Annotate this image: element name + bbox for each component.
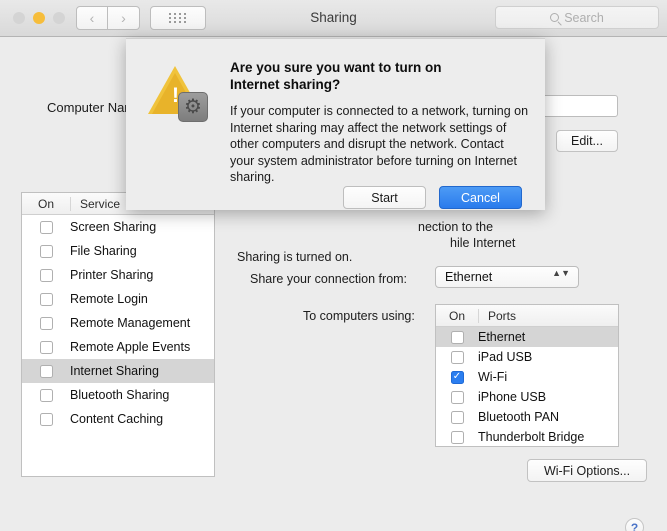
- service-checkbox[interactable]: [39, 340, 53, 354]
- port-checkbox-cell: [436, 370, 478, 384]
- ports-list-header: On Ports: [436, 305, 618, 327]
- service-checkbox[interactable]: [39, 244, 53, 258]
- description-line-1: nection to the: [418, 220, 494, 234]
- window-titlebar: ‹ › Sharing Search: [0, 0, 667, 37]
- service-checkbox[interactable]: [39, 316, 53, 330]
- port-checkbox[interactable]: [450, 350, 464, 364]
- search-placeholder: Search: [564, 10, 604, 25]
- service-checkbox-cell: [22, 244, 70, 258]
- service-label: Internet Sharing: [70, 364, 159, 378]
- help-button[interactable]: ?: [625, 518, 644, 531]
- service-row[interactable]: Remote Apple Events: [22, 335, 214, 359]
- port-row[interactable]: Bluetooth PAN: [436, 407, 618, 427]
- port-checkbox[interactable]: [450, 410, 464, 424]
- port-checkbox[interactable]: [450, 390, 464, 404]
- service-checkbox-cell: [22, 340, 70, 354]
- port-label: Thunderbolt Bridge: [478, 430, 585, 444]
- share-from-select[interactable]: Ethernet ▲▼: [435, 266, 579, 288]
- service-label: Remote Login: [70, 292, 148, 306]
- port-checkbox[interactable]: [450, 330, 464, 344]
- chevron-updown-icon: ▲▼: [552, 268, 570, 278]
- port-label: iPhone USB: [478, 390, 547, 404]
- service-checkbox-cell: [22, 364, 70, 378]
- services-col-on: On: [37, 196, 54, 211]
- service-checkbox[interactable]: [39, 292, 53, 306]
- port-label: Bluetooth PAN: [478, 410, 560, 424]
- service-row[interactable]: Screen Sharing: [22, 215, 214, 239]
- service-checkbox-cell: [22, 316, 70, 330]
- service-row[interactable]: Content Caching: [22, 407, 214, 431]
- service-row[interactable]: File Sharing: [22, 239, 214, 263]
- port-row[interactable]: iPad USB: [436, 347, 618, 367]
- cancel-button[interactable]: Cancel: [439, 186, 522, 209]
- service-checkbox[interactable]: [39, 364, 53, 378]
- port-row[interactable]: Wi-Fi: [436, 367, 618, 387]
- description-line-3: Sharing is turned on.: [237, 250, 353, 264]
- service-label: Screen Sharing: [70, 220, 157, 234]
- services-list: On Service Screen Sharing File Sharing Pri…: [21, 192, 215, 477]
- service-label: Bluetooth Sharing: [70, 388, 170, 402]
- ports-col-ports: Ports: [478, 308, 618, 323]
- service-checkbox-cell: [22, 220, 70, 234]
- ports-col-on: On: [448, 308, 465, 323]
- service-checkbox[interactable]: [39, 412, 53, 426]
- search-icon: [550, 13, 560, 22]
- dialog-title-line-1: Are you sure you want to turn on: [230, 60, 442, 75]
- description-line-2: hile Internet: [450, 236, 516, 250]
- service-checkbox-cell: [22, 268, 70, 282]
- service-checkbox[interactable]: [39, 268, 53, 282]
- service-label: File Sharing: [70, 244, 137, 258]
- exclamation-glyph: !: [172, 84, 179, 107]
- port-row[interactable]: Ethernet: [436, 327, 618, 347]
- wifi-options-button[interactable]: Wi-Fi Options...: [527, 459, 647, 482]
- share-from-value: Ethernet: [445, 270, 493, 284]
- share-from-label: Share your connection from:: [250, 272, 408, 286]
- port-checkbox-cell: [436, 410, 478, 424]
- start-button[interactable]: Start: [343, 186, 426, 209]
- dialog-title-line-2: Internet sharing?: [230, 77, 341, 92]
- port-row[interactable]: Thunderbolt Bridge: [436, 427, 618, 447]
- service-label: Remote Apple Events: [70, 340, 191, 354]
- service-row[interactable]: Internet Sharing: [22, 359, 214, 383]
- port-checkbox-cell: [436, 330, 478, 344]
- dialog-body-text: If your computer is connected to a netwo…: [230, 104, 529, 184]
- gear-icon: ⚙: [178, 92, 208, 122]
- service-row[interactable]: Bluetooth Sharing: [22, 383, 214, 407]
- service-checkbox-cell: [22, 412, 70, 426]
- to-computers-label: To computers using:: [303, 309, 415, 323]
- search-input[interactable]: Search: [495, 6, 659, 29]
- port-checkbox-cell: [436, 430, 478, 444]
- port-row[interactable]: iPhone USB: [436, 387, 618, 407]
- service-label: Content Caching: [70, 412, 164, 426]
- service-checkbox[interactable]: [39, 220, 53, 234]
- service-row[interactable]: Remote Management: [22, 311, 214, 335]
- service-checkbox-cell: [22, 292, 70, 306]
- port-label: Ethernet: [478, 330, 526, 344]
- warning-icon: ! ⚙: [148, 66, 210, 124]
- port-checkbox[interactable]: [450, 370, 464, 384]
- port-checkbox-cell: [436, 350, 478, 364]
- port-checkbox[interactable]: [450, 430, 464, 444]
- service-label: Printer Sharing: [70, 268, 154, 282]
- services-rows: Screen Sharing File Sharing Printer Sharin…: [22, 215, 214, 431]
- ports-list: On Ports Ethernet iPad USB Wi-Fi iPhone USB…: [435, 304, 619, 447]
- service-row[interactable]: Remote Login: [22, 287, 214, 311]
- internet-sharing-confirm-dialog: ! ⚙ Are you sure you want to turn on Int…: [126, 38, 545, 210]
- edit-button[interactable]: Edit...: [556, 130, 618, 152]
- service-label: Remote Management: [70, 316, 191, 330]
- sharing-preferences-window: ‹ › Sharing Search Computer Name: Edit..…: [0, 0, 667, 531]
- service-checkbox-cell: [22, 388, 70, 402]
- port-label: iPad USB: [478, 350, 533, 364]
- service-checkbox[interactable]: [39, 388, 53, 402]
- ports-rows: Ethernet iPad USB Wi-Fi iPhone USB Bluetooth…: [436, 327, 618, 447]
- service-row[interactable]: Printer Sharing: [22, 263, 214, 287]
- port-checkbox-cell: [436, 390, 478, 404]
- dialog-title: Are you sure you want to turn on Interne…: [230, 59, 520, 93]
- port-label: Wi-Fi: [478, 370, 508, 384]
